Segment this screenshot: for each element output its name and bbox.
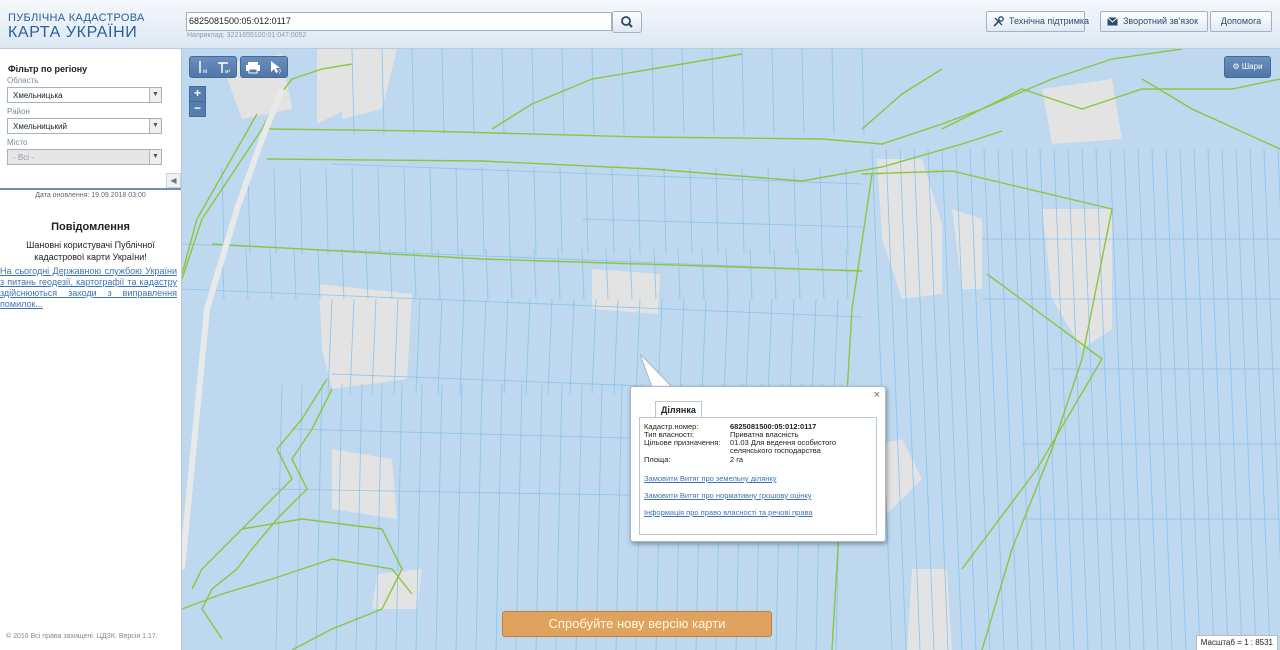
svg-text:?: ? (278, 70, 282, 76)
help-button[interactable]: Допомога (1210, 11, 1272, 32)
notice-title: Повідомлення (51, 221, 130, 233)
order-valuation-link[interactable]: Замовити Витяг про нормативну грошову оц… (644, 491, 811, 500)
ownership-info-link[interactable]: Інформація про право власності та речові… (644, 508, 813, 517)
logo-line2: КАРТА УКРАЇНИ (8, 24, 138, 41)
close-icon[interactable]: × (874, 389, 880, 401)
feedback-label: Зворотний зв'язок (1123, 16, 1199, 26)
district-select[interactable]: Хмельницький ▼ (7, 118, 162, 134)
parcel-layer (182, 49, 1280, 650)
measure-distance-icon[interactable]: м (191, 57, 213, 77)
tools-icon (993, 16, 1004, 27)
update-date: Дата оновлення: 19.09.2018 03:00 (35, 192, 146, 199)
district-value: Хмельницький (13, 122, 67, 131)
purpose-label: Цільове призначення: (644, 438, 721, 447)
region-value: Хмельницька (13, 91, 63, 100)
chevron-down-icon: ▼ (149, 150, 161, 164)
search-hint: Наприклад: 3221655100:01:047:0052 (187, 32, 307, 39)
map-canvas[interactable]: м м² ? + − ⚙ Шари × Ділянка Кадастр.номе… (182, 49, 1280, 650)
chevron-down-icon: ▼ (149, 88, 161, 102)
search-icon (621, 16, 633, 28)
svg-text:м: м (203, 69, 207, 75)
header: ПУБЛІЧНА КАДАСТРОВА КАРТА УКРАЇНИ 682508… (0, 0, 1280, 49)
road (182, 87, 285, 570)
purpose-value: 01.03 Для ведення особистого селянського… (730, 438, 837, 455)
district-label: Район (7, 107, 30, 116)
search-input[interactable]: 6825081500:05:012:0117 (186, 12, 612, 31)
area-label: Площа: (644, 455, 671, 464)
feedback-button[interactable]: Зворотний зв'язок (1100, 11, 1208, 32)
measure-area-icon[interactable]: м² (213, 57, 235, 77)
region-select[interactable]: Хмельницька ▼ (7, 87, 162, 103)
site-logo[interactable]: ПУБЛІЧНА КАДАСТРОВА КАРТА УКРАЇНИ (8, 12, 145, 42)
layers-label: Шари (1241, 62, 1263, 71)
sidebar-divider (0, 188, 181, 190)
search-button[interactable] (612, 11, 642, 33)
gear-icon: ⚙ (1232, 62, 1240, 71)
printer-icon[interactable] (242, 57, 264, 77)
collapse-sidebar-button[interactable]: ◀ (166, 173, 181, 188)
city-label: Місто (7, 138, 28, 147)
area-value: 2 га (730, 455, 743, 464)
support-label: Технічна підтримка (1009, 16, 1090, 26)
city-value: - Всі - (13, 153, 34, 162)
layers-button[interactable]: ⚙ Шари (1224, 56, 1271, 78)
help-label: Допомога (1220, 16, 1262, 26)
zoom-out-button[interactable]: − (189, 101, 206, 117)
region-label: Область (7, 76, 39, 85)
logo-line1: ПУБЛІЧНА КАДАСТРОВА (8, 12, 145, 24)
unassigned-land (222, 49, 1122, 650)
parcel-info-popup: × Ділянка Кадастр.номер: 6825081500:05:0… (630, 386, 886, 542)
city-select[interactable]: - Всі - ▼ (7, 149, 162, 165)
svg-text:м²: м² (225, 69, 230, 75)
popup-body: Кадастр.номер: 6825081500:05:012:0117 Ти… (639, 417, 877, 535)
measure-toolgroup: м м² (189, 56, 237, 78)
zoom-in-button[interactable]: + (189, 86, 206, 102)
notice-text: Шановні користувачі Публічної кадастрово… (26, 240, 155, 262)
filter-title: Фільтр по регіону (8, 64, 88, 74)
new-version-button[interactable]: Спробуйте нову версію карти (502, 611, 772, 637)
envelope-icon (1107, 17, 1118, 26)
print-toolgroup: ? (240, 56, 288, 78)
scale-indicator: Масштаб = 1 : 8531 (1195, 635, 1278, 650)
notice-link[interactable]: На сьогодні Державною службою України з … (0, 266, 177, 310)
copyright: © 2016 Всі права захищені. ЦДЗК. Версія … (6, 633, 158, 640)
pointer-info-icon[interactable]: ? (264, 57, 286, 77)
sidebar: Фільтр по регіону Область Хмельницька ▼ … (0, 49, 182, 650)
chevron-down-icon: ▼ (149, 119, 161, 133)
support-button[interactable]: Технічна підтримка (986, 11, 1089, 32)
tab-parcel[interactable]: Ділянка (655, 401, 702, 418)
order-extract-link[interactable]: Замовити Витяг про земельну ділянку (644, 474, 777, 483)
